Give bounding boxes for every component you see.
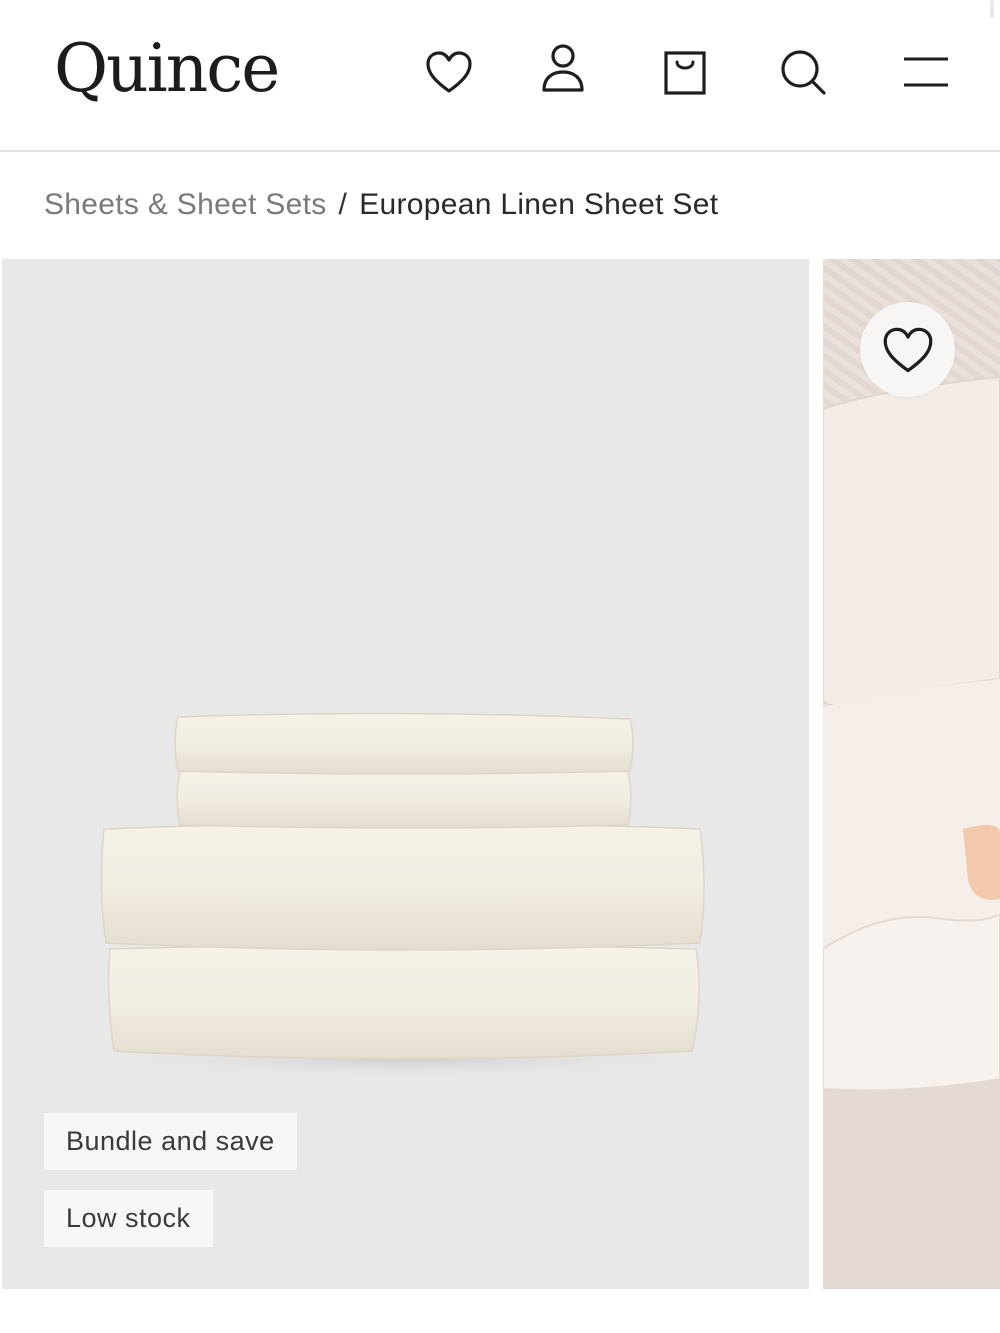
favorite-button[interactable]: [860, 302, 955, 397]
scrollbar-indicator: [990, 0, 994, 18]
breadcrumb-current: European Linen Sheet Set: [359, 188, 719, 221]
account-icon[interactable]: [533, 38, 593, 98]
breadcrumb-separator: /: [338, 188, 348, 221]
bundle-and-save-badge: Bundle and save: [44, 1113, 297, 1170]
heart-icon: [883, 327, 932, 372]
low-stock-badge: Low stock: [44, 1190, 213, 1247]
breadcrumb: Sheets & Sheet Sets / European Linen She…: [44, 180, 718, 230]
product-image-next[interactable]: [823, 259, 1000, 1289]
menu-icon[interactable]: [896, 42, 956, 102]
shopping-bag-icon[interactable]: [655, 42, 715, 102]
site-header: Quince: [0, 0, 1000, 152]
wishlist-heart-icon[interactable]: [419, 42, 479, 102]
product-image-main[interactable]: Bundle and save Low stock: [2, 259, 809, 1289]
breadcrumb-parent-link[interactable]: Sheets & Sheet Sets: [44, 188, 327, 222]
quince-logo[interactable]: Quince: [54, 24, 280, 114]
search-icon[interactable]: [773, 42, 833, 102]
product-image-gallery[interactable]: Bundle and save Low stock: [0, 259, 1000, 1289]
bed-lifestyle-illustration: [823, 375, 1000, 1289]
